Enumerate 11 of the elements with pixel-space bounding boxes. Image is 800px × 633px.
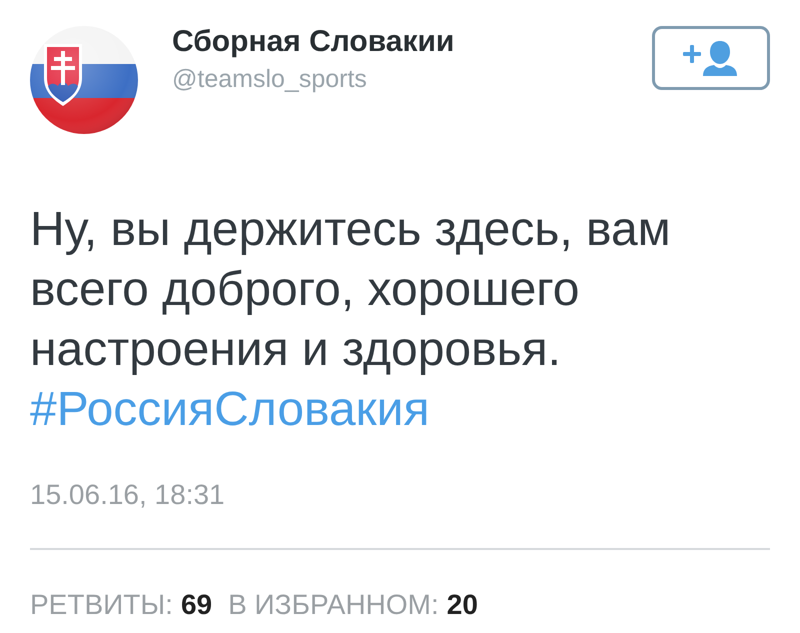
hashtag-link[interactable]: #РоссияСловакия: [30, 380, 430, 440]
author-handle: @teamslo_sports: [172, 64, 368, 94]
follow-button[interactable]: [652, 26, 770, 90]
tweet-text: Ну, вы держитесь здесь, вам всего доброго, хорошего настроения и здоровья.: [30, 202, 672, 378]
tweet-timestamp: 15.06.16, 18:31: [30, 478, 225, 512]
stat-label: РЕТВИТЫ:: [30, 588, 173, 622]
stat-count: 69: [180, 588, 212, 622]
stat-count: 20: [446, 588, 478, 622]
add-user-icon: [683, 40, 739, 76]
author-name: Сборная Словакии: [172, 24, 454, 60]
stat-label: В ИЗБРАННОМ:: [228, 588, 439, 622]
